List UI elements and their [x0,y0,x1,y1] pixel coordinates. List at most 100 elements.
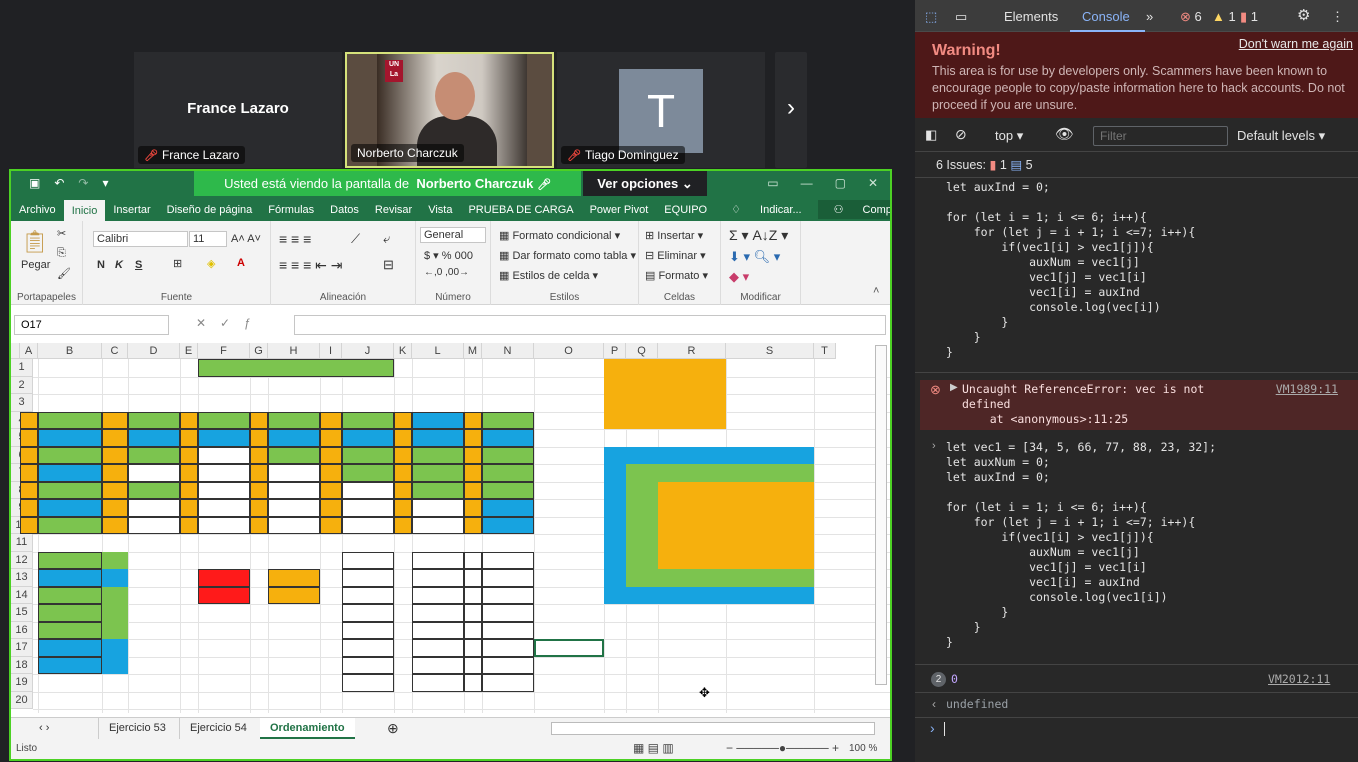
cell-M6[interactable] [464,446,482,464]
cell-N4[interactable] [482,411,534,429]
sidebar-icon[interactable]: ◧ [925,127,937,143]
tab-console[interactable]: Console [1082,9,1130,24]
eye-icon[interactable]: 👁︎ [1055,125,1074,143]
pseudocode-line[interactable] [606,587,814,605]
error-source-link[interactable]: VM1989:11 [1276,382,1338,396]
cell-F4[interactable] [198,411,250,429]
warning-count[interactable]: ▲ 1 [1212,9,1236,24]
italic-icon[interactable]: K [115,259,123,271]
cell-N7[interactable] [482,464,534,482]
cell-L3[interactable] [412,394,464,412]
cell-E7[interactable] [180,464,198,482]
cell-B3[interactable] [38,394,102,412]
cell-C12[interactable] [102,551,128,569]
cell-B12[interactable] [38,551,102,569]
cell-C6[interactable] [102,446,128,464]
cell-N13[interactable] [482,569,534,587]
cell-F10[interactable] [198,516,250,534]
cell-G5[interactable] [250,429,268,447]
column-header[interactable]: H [268,343,320,359]
pseudocode-line[interactable] [732,534,814,552]
cell-N18[interactable] [482,656,534,674]
cell-M14[interactable] [464,586,482,604]
column-header[interactable]: A [20,343,38,359]
fill-color-icon[interactable]: ◈ [207,257,215,270]
cell-J15[interactable] [342,604,394,622]
column-header[interactable]: D [128,343,180,359]
cell-H8[interactable] [268,481,320,499]
filter-input[interactable] [1093,126,1228,146]
cell-I6[interactable] [320,446,342,464]
pseudocode-line[interactable] [606,412,726,430]
cell-F9[interactable] [198,499,250,517]
row-header[interactable]: 17 [11,639,33,657]
cell-E5[interactable] [180,429,198,447]
cell-styles-button[interactable]: ▦ Estilos de celda ▾ [499,269,598,282]
cell-L10[interactable] [412,516,464,534]
kebab-menu-icon[interactable]: ⋮ [1331,9,1344,25]
cell-J18[interactable] [342,656,394,674]
worksheet-grid[interactable]: ABCDEFGHIJKLMNOPQRST12345678910111213141… [11,343,890,713]
close-icon[interactable]: ✕ [868,176,878,190]
cell-E10[interactable] [180,516,198,534]
row-header[interactable]: 14 [11,586,33,604]
row-header[interactable]: 2 [11,376,33,394]
paste-label[interactable]: Pegar [21,259,50,271]
cell-F6[interactable] [198,446,250,464]
cell-J7[interactable] [342,464,394,482]
cell-K7[interactable] [394,464,412,482]
more-tabs-icon[interactable]: » [1146,9,1153,24]
cell-L19[interactable] [412,674,464,692]
insert-button[interactable]: ⊞ Insertar ▾ [645,229,703,242]
cell-A6[interactable] [20,446,38,464]
cell-D8[interactable] [128,481,180,499]
cell-J9[interactable] [342,499,394,517]
cell-F13[interactable] [198,569,250,587]
number-format-select[interactable]: General [420,227,486,243]
cell-L7[interactable] [412,464,464,482]
cell-G6[interactable] [250,446,268,464]
cell-I8[interactable] [320,481,342,499]
cell-N12[interactable] [482,551,534,569]
cell-J6[interactable] [342,446,394,464]
clear-console-icon[interactable]: ⊘ [955,126,967,143]
pseudocode-line[interactable] [624,377,744,395]
cell-B10[interactable] [38,516,102,534]
cell-G10[interactable] [250,516,268,534]
borders-icon[interactable]: ⊞ [173,257,182,270]
cell-B9[interactable] [38,499,102,517]
font-color-icon[interactable]: A [237,257,245,269]
cell-D6[interactable] [128,446,180,464]
wrap-text-icon[interactable]: ⤶ [383,231,390,247]
row-header[interactable]: 19 [11,674,33,692]
participant-tile-france[interactable]: France Lazaro 🎤︎ France Lazaro [134,52,342,168]
cell-N6[interactable] [482,446,534,464]
cell-E6[interactable] [180,446,198,464]
issues-bar[interactable]: 6 Issues: ▮ 1 ▤ 5 [915,152,1358,178]
underline-icon[interactable]: S [135,259,142,271]
cell-M18[interactable] [464,656,482,674]
cell-J10[interactable] [342,516,394,534]
tab-power-pivot[interactable]: Power Pivot [582,204,657,216]
cell-L8[interactable] [412,481,464,499]
cell-M15[interactable] [464,604,482,622]
column-header[interactable]: I [320,343,342,359]
table-format-button[interactable]: ▦ Dar formato como tabla ▾ [499,249,636,262]
cell-L12[interactable] [412,551,464,569]
cell-N10[interactable] [482,516,534,534]
cell-N5[interactable] [482,429,534,447]
tab-formulas[interactable]: Fórmulas [260,204,322,216]
formula-icons[interactable]: ✕✓ƒ [196,316,265,330]
info-count[interactable]: ▮ 1 [1240,9,1258,25]
cell-L15[interactable] [412,604,464,622]
cell-J4[interactable] [342,411,394,429]
cell-O17[interactable] [534,639,604,657]
cell-L18[interactable] [412,656,464,674]
vertical-scrollbar[interactable] [875,345,887,685]
cell-C5[interactable] [102,429,128,447]
cell-E4[interactable] [180,411,198,429]
cell-L14[interactable] [412,586,464,604]
cell-I9[interactable] [320,499,342,517]
cell-M9[interactable] [464,499,482,517]
add-sheet-icon[interactable]: ⊕ [377,718,409,739]
